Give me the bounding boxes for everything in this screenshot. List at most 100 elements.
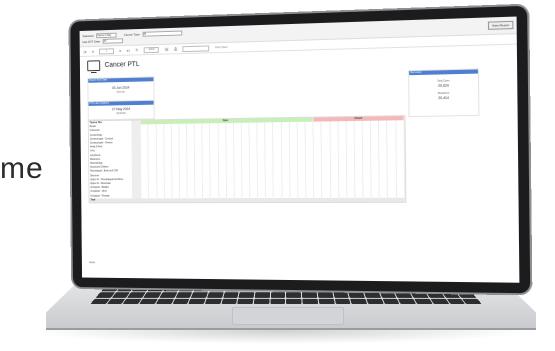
keyboard-key bbox=[333, 292, 350, 298]
panel-header: Summary bbox=[409, 69, 478, 76]
keyboard-key bbox=[207, 292, 224, 298]
keyboard-key bbox=[270, 292, 286, 298]
first-page-icon[interactable]: |◂ bbox=[83, 49, 86, 54]
keyboard-key bbox=[350, 298, 368, 304]
table-cell bbox=[257, 197, 266, 203]
report-header: Cancer PTL bbox=[87, 59, 140, 72]
keyboard-key bbox=[270, 298, 286, 304]
panel-subvalue: 9:00 am bbox=[116, 90, 126, 94]
cancer-type-label: Cancer Type bbox=[123, 32, 140, 37]
table-cell bbox=[241, 197, 250, 203]
report-footnote: Notes bbox=[89, 261, 96, 265]
table-cell bbox=[273, 197, 282, 203]
keyboard-key bbox=[382, 298, 400, 304]
ptl-updated-panel: PTL Last Updated 27 May 2024 00:00:00 bbox=[87, 99, 155, 121]
org-filter: Has DTT Date All bbox=[82, 38, 124, 44]
standard-select[interactable]: Cancer 2 Day bbox=[96, 32, 117, 39]
page-title: Cancer PTL bbox=[104, 61, 140, 69]
table-cell bbox=[281, 197, 290, 203]
keyboard-key bbox=[348, 292, 365, 298]
table-cell bbox=[338, 197, 347, 202]
table-cell bbox=[396, 197, 405, 202]
table-cell bbox=[346, 197, 355, 202]
org-label: Has DTT Date bbox=[82, 39, 101, 44]
table-cell bbox=[141, 198, 149, 203]
table-cell bbox=[179, 198, 188, 203]
ptl-data-table: Tumour Site Open Closed Breast Colorectal… bbox=[87, 115, 407, 204]
keyboard-key bbox=[302, 292, 318, 298]
keyboard-key bbox=[237, 298, 254, 304]
panel-subvalue: 00:00:00 bbox=[116, 112, 126, 116]
table-cell bbox=[371, 197, 380, 202]
table-cell bbox=[210, 198, 219, 203]
table-cell bbox=[265, 197, 274, 203]
table-cell bbox=[234, 197, 242, 203]
keyboard-key bbox=[414, 298, 433, 304]
table-cell bbox=[387, 197, 397, 202]
find-next-link[interactable]: Find | Next bbox=[215, 46, 227, 49]
keyboard-key bbox=[286, 298, 302, 304]
table-cell bbox=[187, 198, 196, 203]
table-cell bbox=[289, 197, 298, 203]
cancer-type-select[interactable]: All bbox=[142, 30, 183, 37]
table-cell bbox=[322, 197, 331, 203]
keyboard-key bbox=[364, 292, 381, 298]
table-cell bbox=[132, 198, 142, 203]
summary-value-2: 20,414 bbox=[438, 95, 450, 101]
find-input[interactable] bbox=[182, 44, 210, 52]
panel-header: PTL Last Updated bbox=[88, 100, 154, 106]
keyboard-key bbox=[366, 298, 384, 304]
table-cell bbox=[297, 197, 306, 203]
table-cell bbox=[218, 198, 227, 203]
org-select[interactable]: All bbox=[102, 38, 124, 44]
keyboard-key bbox=[254, 292, 270, 298]
report-page: Cancer PTL Report Run Date 03 Jun 2024 9… bbox=[80, 45, 520, 283]
keyboard-key bbox=[379, 292, 397, 298]
table-cell bbox=[164, 198, 172, 203]
keyboard-key bbox=[430, 298, 449, 304]
row-label: Total bbox=[89, 198, 133, 203]
keyboard-key bbox=[286, 292, 302, 298]
keyboard-key bbox=[334, 298, 351, 304]
keyboard-key bbox=[191, 292, 208, 298]
background-text-fragment: me bbox=[0, 152, 44, 185]
table-cell bbox=[148, 198, 157, 203]
prev-page-icon[interactable]: ◂ bbox=[92, 49, 94, 54]
keyboard-key bbox=[204, 298, 222, 304]
table-cell bbox=[363, 197, 372, 202]
table-cell bbox=[194, 198, 203, 203]
keyboard-key bbox=[175, 292, 193, 298]
trackpad bbox=[232, 307, 344, 325]
zoom-select[interactable]: 100% bbox=[144, 46, 160, 53]
table-cell bbox=[379, 197, 388, 202]
panel-header: Report Run Date bbox=[88, 77, 154, 83]
monitor-icon bbox=[87, 60, 101, 72]
table-cell bbox=[171, 198, 180, 203]
table-cell bbox=[226, 198, 235, 203]
keyboard-key bbox=[398, 298, 417, 304]
table-cell bbox=[330, 197, 339, 202]
table-cell bbox=[314, 197, 323, 203]
laptop-screen-bezel: Standard Cancer 2 Day Cancer Type All Ha… bbox=[70, 5, 531, 294]
keyboard-key bbox=[410, 292, 429, 298]
summary-value-1: 20,624 bbox=[438, 83, 449, 88]
table-total-row: Total bbox=[89, 197, 405, 203]
refresh-icon[interactable]: ↻ bbox=[135, 48, 138, 53]
keyboard-key bbox=[155, 298, 174, 304]
view-report-button[interactable]: View Report bbox=[487, 20, 514, 30]
keyboard-key bbox=[426, 292, 445, 298]
app-window: Standard Cancer 2 Day Cancer Type All Ha… bbox=[79, 16, 520, 283]
export-icon[interactable]: ▤ bbox=[165, 47, 169, 52]
table-cell bbox=[305, 197, 315, 203]
next-page-icon[interactable]: ▸ bbox=[119, 48, 121, 53]
table-cell bbox=[249, 197, 258, 203]
last-page-icon[interactable]: ▸| bbox=[127, 48, 130, 53]
page-number-input[interactable]: 1 bbox=[99, 47, 114, 55]
keyboard-key bbox=[253, 298, 270, 304]
standard-label: Standard bbox=[82, 33, 94, 38]
keyboard-key bbox=[238, 292, 255, 298]
keyboard-key bbox=[188, 298, 206, 304]
keyboard-key bbox=[221, 298, 238, 304]
summary-panel: Summary Total Open 20,624 Breached 20,41… bbox=[408, 68, 480, 118]
print-icon[interactable]: ⎙ bbox=[174, 46, 177, 51]
